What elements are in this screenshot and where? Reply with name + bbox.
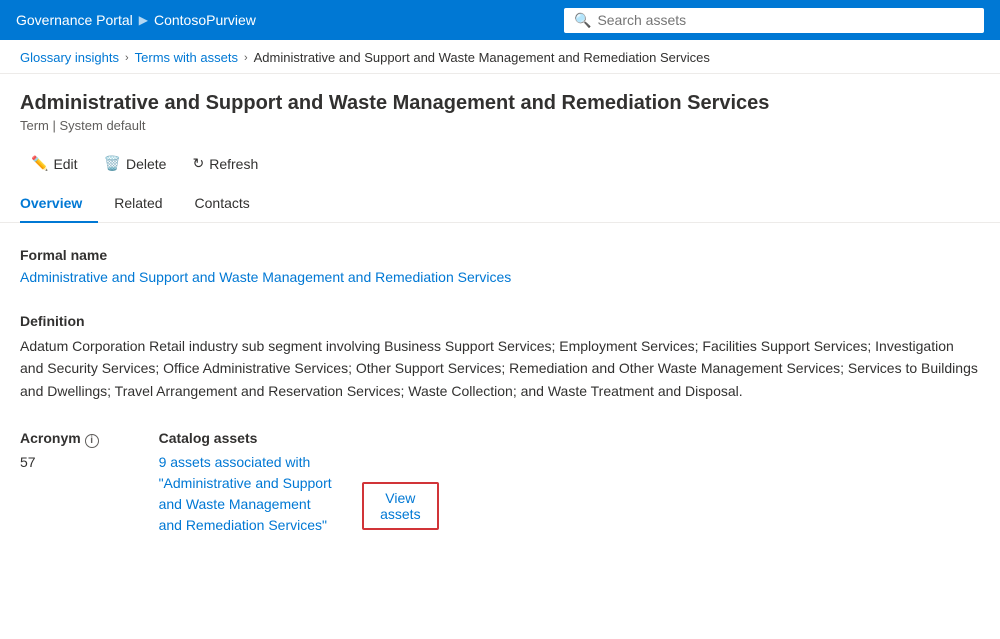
header-chevron: ▶: [139, 13, 148, 27]
search-icon: 🔍: [574, 12, 591, 29]
edit-button[interactable]: ✏️ Edit: [20, 149, 89, 178]
search-bar[interactable]: 🔍: [564, 8, 984, 33]
refresh-icon: ↻: [192, 155, 204, 172]
header: Governance Portal ▶ ContosoPurview 🔍: [0, 0, 1000, 40]
delete-icon: 🗑️: [104, 155, 121, 172]
page-title: Administrative and Support and Waste Man…: [20, 90, 980, 116]
app-name: ContosoPurview: [154, 12, 256, 28]
delete-label: Delete: [126, 156, 166, 172]
edit-icon: ✏️: [31, 155, 48, 172]
page-subtitle: Term | System default: [20, 118, 980, 133]
bottom-sections: Acronym i 57 Catalog assets 9 assets ass…: [20, 430, 980, 536]
definition-section: Definition Adatum Corporation Retail ind…: [20, 313, 980, 402]
formal-name-value: Administrative and Support and Waste Man…: [20, 269, 980, 285]
breadcrumb: Glossary insights › Terms with assets › …: [0, 40, 1000, 74]
formal-name-section: Formal name Administrative and Support a…: [20, 247, 980, 285]
content-area: Formal name Administrative and Support a…: [0, 223, 1000, 560]
breadcrumb-sep-2: ›: [244, 52, 248, 64]
breadcrumb-glossary-insights[interactable]: Glossary insights: [20, 50, 119, 65]
tab-contacts[interactable]: Contacts: [179, 187, 266, 223]
portal-name: Governance Portal: [16, 12, 133, 28]
catalog-assets-title: Catalog assets: [159, 430, 439, 446]
breadcrumb-terms-with-assets[interactable]: Terms with assets: [135, 50, 238, 65]
refresh-button[interactable]: ↻ Refresh: [181, 149, 269, 178]
page-title-area: Administrative and Support and Waste Man…: [0, 74, 1000, 141]
catalog-assets-row: 9 assets associated with "Administrative…: [159, 452, 439, 536]
acronym-value: 57: [20, 454, 99, 470]
edit-label: Edit: [53, 156, 77, 172]
catalog-assets-desc: 9 assets associated with "Administrative…: [159, 452, 337, 536]
search-input[interactable]: [597, 12, 974, 28]
view-assets-button[interactable]: View assets: [362, 482, 438, 530]
acronym-info-icon[interactable]: i: [85, 434, 99, 448]
catalog-assets-section: Catalog assets 9 assets associated with …: [159, 430, 439, 536]
definition-value: Adatum Corporation Retail industry sub s…: [20, 335, 980, 402]
acronym-title: Acronym i: [20, 430, 99, 448]
refresh-label: Refresh: [209, 156, 258, 172]
tab-overview[interactable]: Overview: [20, 187, 98, 223]
acronym-section: Acronym i 57: [20, 430, 99, 536]
formal-name-title: Formal name: [20, 247, 980, 263]
delete-button[interactable]: 🗑️ Delete: [93, 149, 178, 178]
breadcrumb-current: Administrative and Support and Waste Man…: [254, 50, 710, 65]
breadcrumb-sep-1: ›: [125, 52, 129, 64]
tab-related[interactable]: Related: [98, 187, 178, 223]
brand: Governance Portal ▶ ContosoPurview: [16, 12, 256, 28]
toolbar: ✏️ Edit 🗑️ Delete ↻ Refresh: [0, 141, 1000, 186]
tabs: Overview Related Contacts: [0, 186, 1000, 223]
definition-title: Definition: [20, 313, 980, 329]
